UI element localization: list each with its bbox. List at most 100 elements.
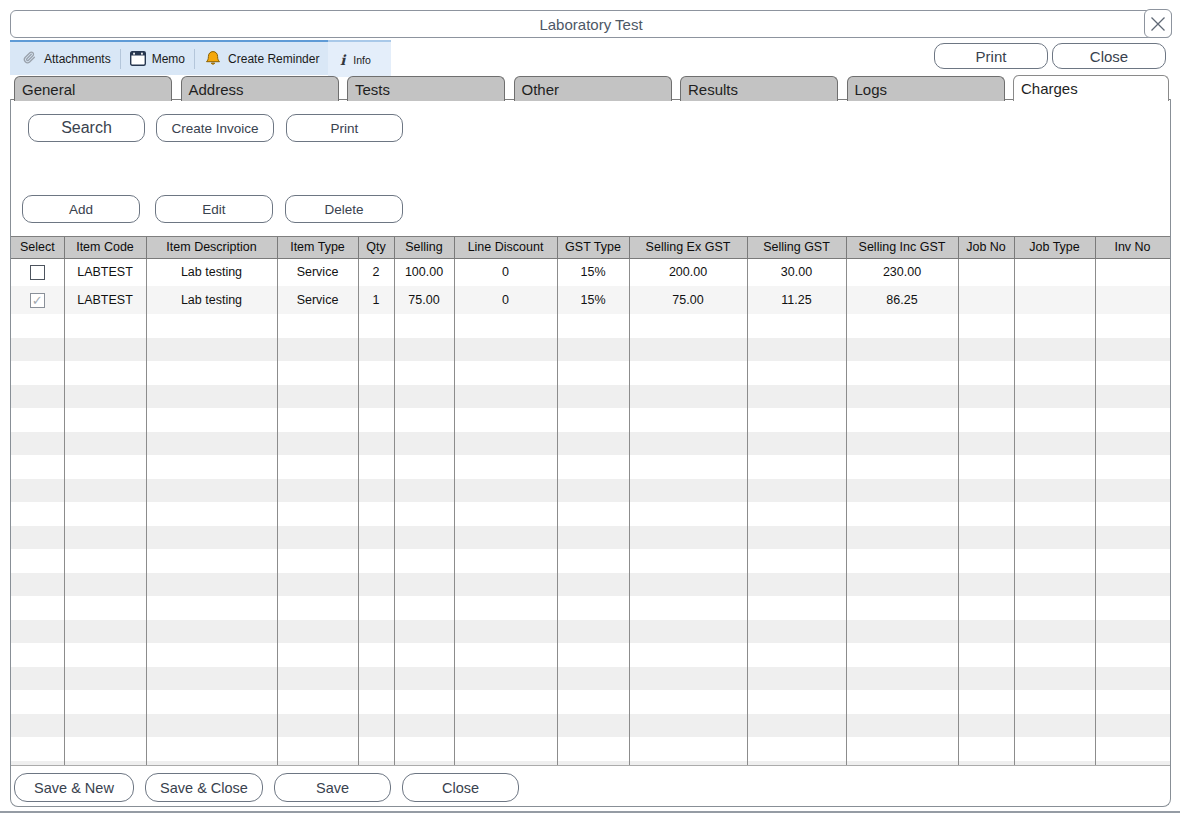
toolbar-info[interactable]: i Info bbox=[328, 40, 391, 77]
window-bottom-edge bbox=[0, 811, 1180, 813]
table-cell bbox=[1014, 286, 1095, 314]
table-cell: 0 bbox=[454, 286, 557, 314]
save-and-new-button[interactable]: Save & New bbox=[14, 773, 134, 802]
tab-label: Other bbox=[522, 81, 560, 98]
toolbar-info-label: Info bbox=[353, 54, 371, 66]
table-cell: 15% bbox=[557, 258, 629, 286]
row-checkbox[interactable]: ✓ bbox=[30, 293, 45, 308]
empty-row bbox=[11, 479, 1170, 503]
tab-label: Tests bbox=[355, 81, 390, 98]
save-and-close-button[interactable]: Save & Close bbox=[145, 773, 263, 802]
column-header[interactable]: Selling Inc GST bbox=[846, 237, 958, 258]
empty-row bbox=[11, 526, 1170, 550]
close-button[interactable]: Close bbox=[402, 773, 519, 802]
table-cell: 30.00 bbox=[747, 258, 846, 286]
tab-tests[interactable]: Tests bbox=[347, 76, 505, 101]
empty-row bbox=[11, 314, 1170, 338]
bell-icon bbox=[204, 50, 222, 68]
tab-charges[interactable]: Charges bbox=[1013, 75, 1169, 101]
column-header[interactable]: Selling bbox=[394, 237, 454, 258]
window-close-button[interactable] bbox=[1144, 9, 1172, 38]
table-cell: 11.25 bbox=[747, 286, 846, 314]
table-cell: Service bbox=[277, 286, 358, 314]
column-header[interactable]: Select bbox=[11, 237, 64, 258]
empty-row bbox=[11, 408, 1170, 432]
empty-row bbox=[11, 338, 1170, 362]
select-cell[interactable]: ✓ bbox=[11, 286, 64, 314]
empty-row bbox=[11, 737, 1170, 761]
column-header[interactable]: GST Type bbox=[557, 237, 629, 258]
table-cell: 1 bbox=[358, 286, 394, 314]
info-icon: i bbox=[340, 52, 345, 68]
toolbar-create-reminder-label: Create Reminder bbox=[228, 52, 319, 66]
table-cell: LABTEST bbox=[64, 286, 146, 314]
toolbar-memo[interactable]: Memo bbox=[121, 42, 194, 75]
memo-icon bbox=[130, 51, 146, 66]
edit-button[interactable]: Edit bbox=[155, 195, 273, 223]
tab-other[interactable]: Other bbox=[514, 76, 672, 101]
column-header[interactable]: Item Type bbox=[277, 237, 358, 258]
tab-label: Results bbox=[688, 81, 738, 98]
table-cell: 86.25 bbox=[846, 286, 958, 314]
table-row[interactable]: LABTESTLab testingService2100.00015%200.… bbox=[11, 258, 1170, 286]
table-cell: 230.00 bbox=[846, 258, 958, 286]
table-cell: 100.00 bbox=[394, 258, 454, 286]
empty-row bbox=[11, 667, 1170, 691]
table-cell bbox=[1014, 258, 1095, 286]
tab-label: Charges bbox=[1021, 80, 1078, 97]
empty-row bbox=[11, 714, 1170, 738]
create-invoice-button[interactable]: Create Invoice bbox=[156, 114, 274, 142]
print-button[interactable]: Print bbox=[286, 114, 403, 142]
table-cell: 75.00 bbox=[629, 286, 747, 314]
add-button[interactable]: Add bbox=[22, 195, 140, 223]
column-header[interactable]: Job No bbox=[958, 237, 1014, 258]
column-header[interactable]: Selling Ex GST bbox=[629, 237, 747, 258]
search-button[interactable]: Search bbox=[28, 114, 145, 142]
table-cell bbox=[1095, 258, 1170, 286]
tab-label: General bbox=[22, 81, 75, 98]
print-button-top[interactable]: Print bbox=[934, 43, 1048, 69]
toolbar-create-reminder[interactable]: Create Reminder bbox=[195, 42, 328, 75]
table-row[interactable]: ✓LABTESTLab testingService175.00015%75.0… bbox=[11, 286, 1170, 314]
close-icon bbox=[1149, 15, 1167, 33]
column-header[interactable]: Item Description bbox=[146, 237, 277, 258]
close-button-top[interactable]: Close bbox=[1052, 43, 1166, 69]
table-cell: Service bbox=[277, 258, 358, 286]
tab-results[interactable]: Results bbox=[680, 76, 838, 101]
empty-row bbox=[11, 643, 1170, 667]
column-header[interactable]: Qty bbox=[358, 237, 394, 258]
empty-row bbox=[11, 432, 1170, 456]
tab-label: Logs bbox=[855, 81, 888, 98]
table-cell: 75.00 bbox=[394, 286, 454, 314]
column-header[interactable]: Item Code bbox=[64, 237, 146, 258]
empty-row bbox=[11, 385, 1170, 409]
table-cell: 2 bbox=[358, 258, 394, 286]
tab-logs[interactable]: Logs bbox=[847, 76, 1005, 101]
charges-panel: Search Create Invoice Print Add Edit Del… bbox=[10, 99, 1171, 807]
toolbar-attachments[interactable]: Attachments bbox=[10, 42, 120, 75]
table-cell: 200.00 bbox=[629, 258, 747, 286]
row-checkbox[interactable] bbox=[30, 265, 45, 280]
table-cell bbox=[958, 286, 1014, 314]
column-header[interactable]: Line Discount bbox=[454, 237, 557, 258]
select-cell[interactable] bbox=[11, 258, 64, 286]
empty-row bbox=[11, 761, 1170, 767]
charges-table: SelectItem CodeItem DescriptionItem Type… bbox=[11, 236, 1170, 766]
save-button[interactable]: Save bbox=[274, 773, 391, 802]
table-cell: 0 bbox=[454, 258, 557, 286]
column-header[interactable]: Selling GST bbox=[747, 237, 846, 258]
table-cell bbox=[1095, 286, 1170, 314]
column-header[interactable]: Inv No bbox=[1095, 237, 1170, 258]
window-title-bar: Laboratory Test bbox=[10, 10, 1172, 38]
empty-row bbox=[11, 690, 1170, 714]
tab-general[interactable]: General bbox=[14, 76, 172, 101]
table-cell bbox=[958, 258, 1014, 286]
table-header-row: SelectItem CodeItem DescriptionItem Type… bbox=[11, 237, 1170, 258]
delete-button[interactable]: Delete bbox=[285, 195, 403, 223]
paperclip-icon bbox=[21, 50, 38, 67]
column-header[interactable]: Job Type bbox=[1014, 237, 1095, 258]
empty-row bbox=[11, 620, 1170, 644]
tab-address[interactable]: Address bbox=[181, 76, 339, 101]
table-cell: LABTEST bbox=[64, 258, 146, 286]
empty-row bbox=[11, 361, 1170, 385]
